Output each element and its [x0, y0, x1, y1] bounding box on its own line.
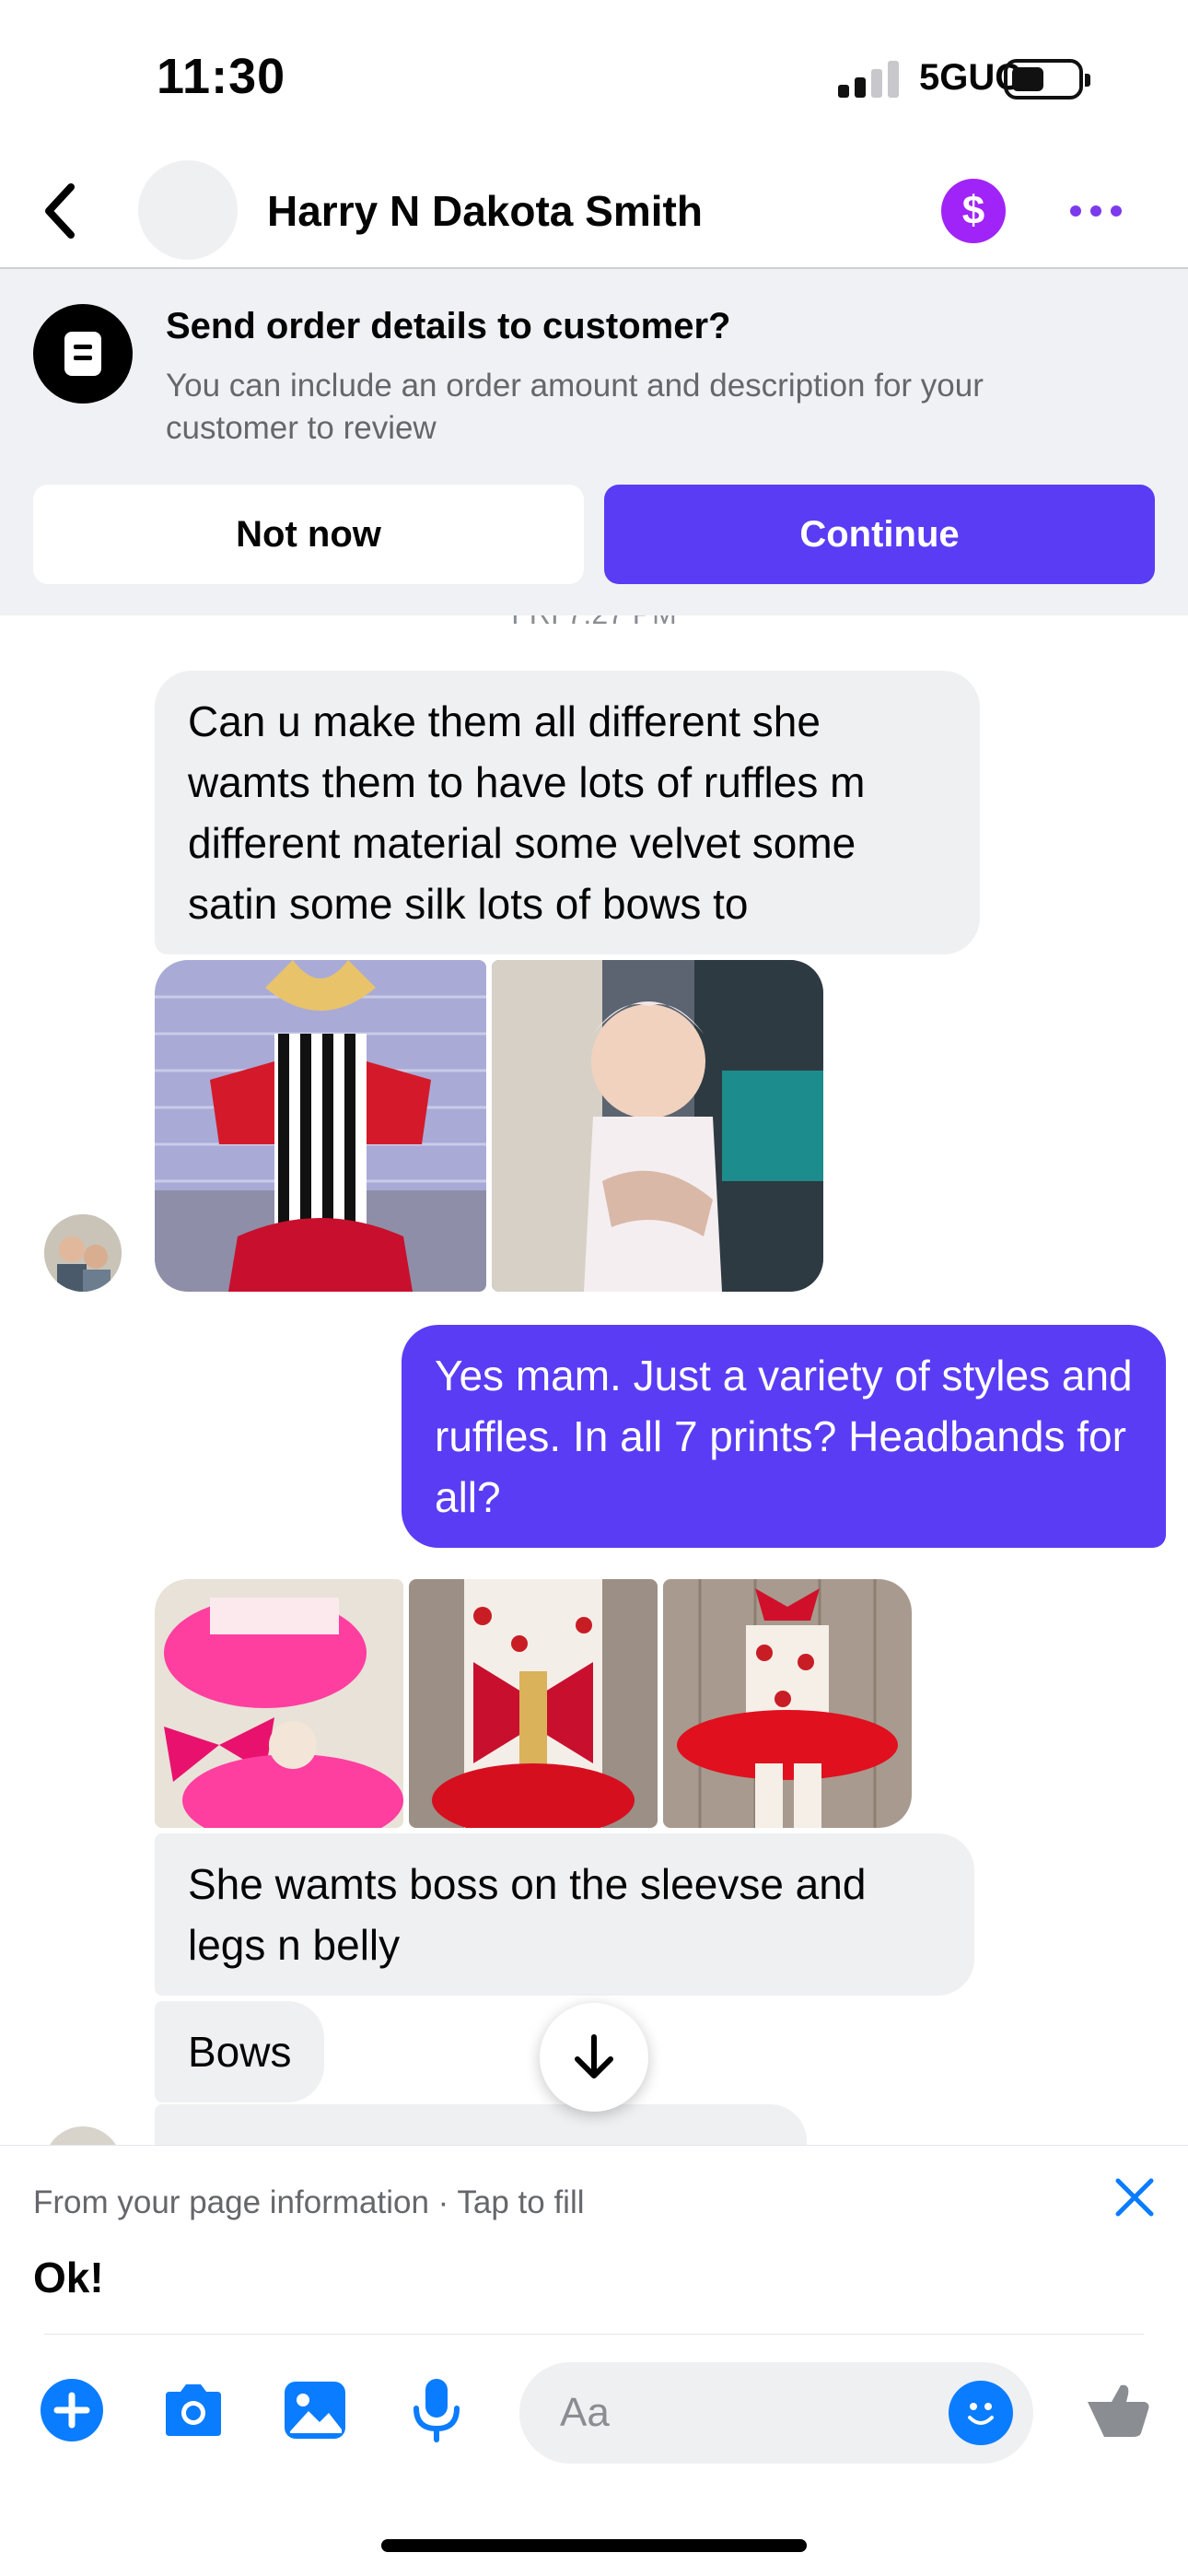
- battery-icon: [1004, 59, 1090, 100]
- home-indicator: [381, 2539, 807, 2552]
- message-timestamp: FRI 7:27 PM: [0, 615, 1188, 631]
- emoji-icon: [968, 2403, 994, 2425]
- suggested-reply-panel: From your page information · Tap to fill…: [0, 2145, 1188, 2336]
- incoming-message[interactable]: Bows: [155, 2001, 325, 2102]
- camera-icon: [166, 2384, 221, 2436]
- suggested-reply[interactable]: Ok!: [33, 2253, 104, 2302]
- emoji-button[interactable]: [949, 2381, 1013, 2445]
- microphone-icon: [413, 2379, 460, 2442]
- scroll-to-bottom-button[interactable]: [540, 2003, 648, 2112]
- message-input-container: [519, 2362, 1033, 2464]
- conversation[interactable]: FRI 7:27 PM Can u make them all differen…: [0, 615, 1188, 2145]
- photo-attachment[interactable]: [492, 960, 823, 1292]
- close-icon: [1115, 2178, 1154, 2217]
- photo-attachment[interactable]: [409, 1579, 658, 1828]
- add-button[interactable]: [37, 2375, 107, 2445]
- contact-name[interactable]: Harry N Dakota Smith: [267, 186, 703, 236]
- camera-button[interactable]: [158, 2375, 228, 2445]
- arrow-down-icon: [575, 2034, 613, 2078]
- chat-header: Harry N Dakota Smith $: [0, 157, 1188, 269]
- signal-strength-icon: [838, 59, 899, 98]
- not-now-button[interactable]: Not now: [33, 485, 584, 584]
- message-composer: [0, 2335, 1188, 2484]
- banner-title: Send order details to customer?: [166, 306, 731, 346]
- incoming-message[interactable]: She wamts boss on the sleevse and legs n…: [155, 1833, 974, 1996]
- more-options-button[interactable]: [1059, 190, 1133, 232]
- payment-button[interactable]: $: [941, 179, 1006, 243]
- voice-button[interactable]: [402, 2375, 472, 2445]
- order-details-banner: Send order details to customer? You can …: [0, 269, 1188, 615]
- back-button[interactable]: [28, 179, 92, 243]
- sender-avatar[interactable]: [44, 1214, 122, 1292]
- like-icon: [1088, 2384, 1149, 2437]
- dollar-icon: $: [961, 188, 985, 233]
- outgoing-message[interactable]: Yes mam. Just a variety of styles and ru…: [402, 1325, 1166, 1548]
- contact-avatar[interactable]: [138, 160, 238, 260]
- banner-description: You can include an order amount and desc…: [166, 368, 984, 446]
- order-document-icon: [33, 304, 133, 404]
- photo-attachment[interactable]: [155, 1579, 403, 1828]
- gallery-icon: [285, 2382, 345, 2439]
- like-button[interactable]: [1083, 2375, 1153, 2445]
- sender-avatar[interactable]: [44, 2126, 122, 2145]
- incoming-message[interactable]: Can u make them all different she wamts …: [155, 671, 980, 954]
- close-suggestion-button[interactable]: [1107, 2170, 1162, 2225]
- suggestion-label: From your page information · Tap to fill: [33, 2184, 585, 2220]
- photo-attachment[interactable]: [663, 1579, 912, 1828]
- more-dots-icon: [1070, 205, 1081, 217]
- back-chevron-icon: [45, 183, 75, 239]
- photo-attachment[interactable]: [155, 960, 486, 1292]
- status-time: 11:30: [157, 49, 286, 104]
- plus-icon: [41, 2379, 103, 2441]
- gallery-button[interactable]: [280, 2375, 350, 2445]
- continue-button[interactable]: Continue: [604, 485, 1155, 584]
- status-bar: 11:30 5GUC: [0, 0, 1188, 157]
- incoming-message-partial[interactable]: [155, 2104, 807, 2145]
- message-input[interactable]: [560, 2383, 910, 2443]
